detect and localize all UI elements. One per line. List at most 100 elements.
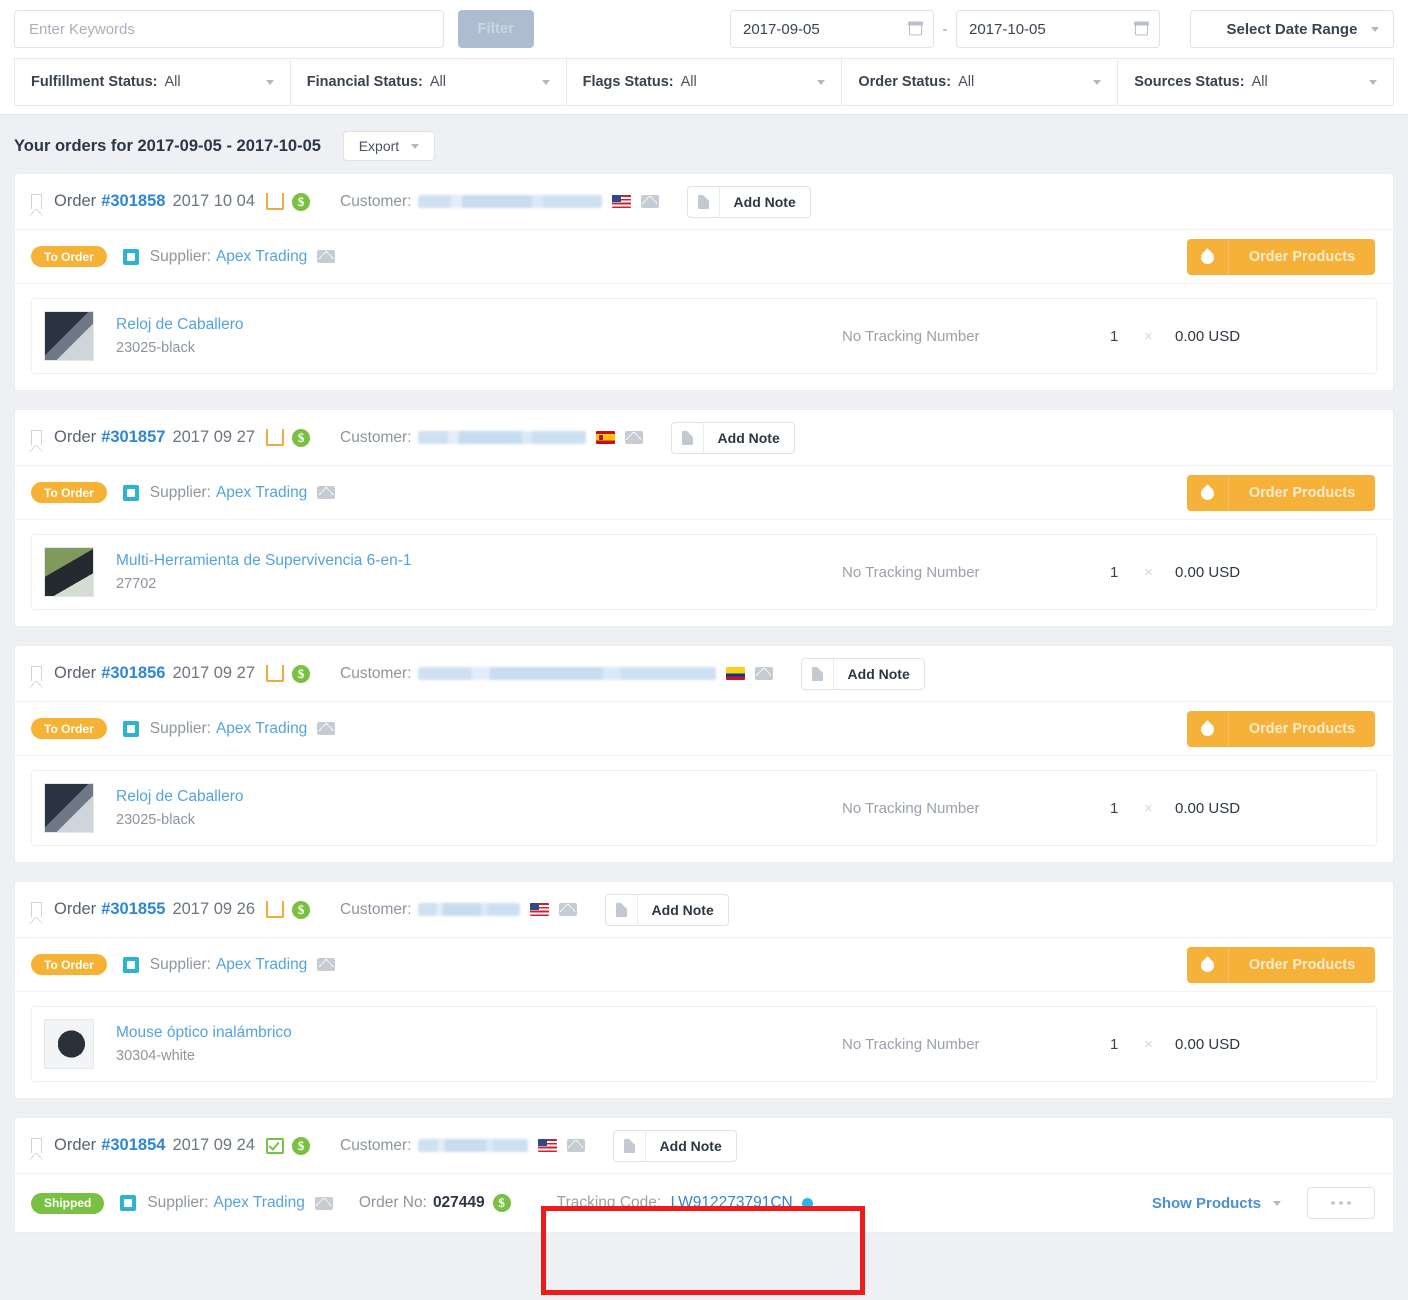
product-sku: 30304-white xyxy=(116,1048,195,1064)
supplier-label: Supplier: xyxy=(149,719,211,737)
bookmark-icon[interactable] xyxy=(30,430,43,452)
date-separator: - xyxy=(942,20,948,38)
status-badge: To Order xyxy=(31,954,107,975)
product-info: Reloj de Caballero 23025-black xyxy=(116,316,244,356)
supplier-icon xyxy=(122,248,139,265)
email-icon[interactable] xyxy=(317,958,336,971)
customer-label: Customer: xyxy=(340,664,412,682)
supplier-name-link[interactable]: Apex Trading xyxy=(214,1194,305,1212)
email-icon[interactable] xyxy=(624,431,643,444)
order-products-button[interactable]: Order Products xyxy=(1187,239,1375,275)
add-note-label: Add Note xyxy=(717,429,780,446)
dollar-paid-icon: $ xyxy=(492,1194,511,1212)
product-info: Mouse óptico inalámbrico 30304-white xyxy=(116,1024,292,1064)
bookmark-icon[interactable] xyxy=(30,902,43,924)
product-name-link[interactable]: Multi-Herramienta de Supervivencia 6-en-… xyxy=(116,552,412,570)
order-products-button[interactable]: Order Products xyxy=(1187,475,1375,511)
customer-label: Customer: xyxy=(340,428,412,446)
product-thumbnail xyxy=(44,783,94,833)
filter-fulfillment-status[interactable]: Fulfillment Status: All xyxy=(14,58,290,106)
export-button[interactable]: Export xyxy=(342,131,435,161)
supplier-order-number: 027449 xyxy=(432,1194,485,1211)
filter-button[interactable]: Filter xyxy=(457,10,534,48)
bookmark-icon[interactable] xyxy=(30,194,43,216)
filter-label: Fulfillment Status: xyxy=(31,74,158,90)
filter-label: Flags Status: xyxy=(582,74,674,90)
order-number-link[interactable]: #301856 xyxy=(101,664,165,683)
supplier-icon xyxy=(120,1195,137,1211)
order-date: 2017 09 27 xyxy=(172,428,256,446)
email-icon[interactable] xyxy=(317,722,336,735)
show-products-toggle[interactable]: Show Products xyxy=(1152,1195,1281,1212)
supplier-name-link[interactable]: Apex Trading xyxy=(216,248,307,266)
order-word: Order xyxy=(54,664,97,682)
email-icon[interactable] xyxy=(317,250,336,263)
filter-label: Sources Status: xyxy=(1134,74,1245,90)
filter-financial-status[interactable]: Financial Status: All xyxy=(289,58,566,106)
supplier-name-link[interactable]: Apex Trading xyxy=(216,720,307,738)
order-number-link[interactable]: #301855 xyxy=(101,900,165,919)
note-icon-wrap xyxy=(614,1130,646,1161)
add-note-button[interactable]: Add Note xyxy=(604,893,729,926)
order-card: Order #301858 2017 10 04 $ Customer: Add… xyxy=(14,173,1394,391)
add-note-button[interactable]: Add Note xyxy=(670,421,795,454)
order-products-button[interactable]: Order Products xyxy=(1187,947,1375,983)
supplier-icon xyxy=(122,484,139,501)
product-name-link[interactable]: Reloj de Caballero xyxy=(116,316,244,334)
search-input[interactable] xyxy=(14,10,444,48)
order-number-link[interactable]: #301857 xyxy=(101,428,165,447)
email-icon[interactable] xyxy=(640,195,659,208)
supplier-name-link[interactable]: Apex Trading xyxy=(216,956,307,974)
bookmark-icon[interactable] xyxy=(30,1138,43,1160)
customer-label: Customer: xyxy=(340,192,412,210)
product-name-link[interactable]: Mouse óptico inalámbrico xyxy=(116,1024,292,1042)
date-to-field[interactable]: 2017-10-05 xyxy=(956,10,1160,48)
product-info: Multi-Herramienta de Supervivencia 6-en-… xyxy=(116,552,412,592)
calendar-icon xyxy=(1134,21,1149,36)
tracking-code-link[interactable]: LW912273791CN xyxy=(671,1194,793,1211)
email-icon[interactable] xyxy=(317,486,336,499)
note-icon xyxy=(681,429,694,445)
products-list: Reloj de Caballero 23025-black No Tracki… xyxy=(15,756,1393,862)
supplier-row: To Order Supplier: Apex Trading Order Pr… xyxy=(15,466,1393,520)
product-row: Reloj de Caballero 23025-black No Tracki… xyxy=(31,298,1377,374)
customer-name-redacted xyxy=(417,1139,528,1152)
filter-label: Financial Status: xyxy=(306,74,423,90)
filter-flags-status[interactable]: Flags Status: All xyxy=(565,58,842,106)
supplier-row: To Order Supplier: Apex Trading Order Pr… xyxy=(15,938,1393,992)
email-icon[interactable] xyxy=(314,1196,333,1210)
calendar-icon xyxy=(908,21,923,36)
filter-order-status[interactable]: Order Status: All xyxy=(841,58,1118,106)
filter-sources-status[interactable]: Sources Status: All xyxy=(1117,58,1394,106)
filter-value: All xyxy=(1251,74,1268,90)
order-header: Order #301858 2017 10 04 $ Customer: Add… xyxy=(15,174,1393,230)
date-from-field[interactable]: 2017-09-05 xyxy=(730,10,934,48)
add-note-button[interactable]: Add Note xyxy=(612,1129,737,1162)
add-note-label: Add Note xyxy=(659,1137,722,1154)
email-icon[interactable] xyxy=(754,667,773,680)
select-date-range-dropdown[interactable]: Select Date Range xyxy=(1190,10,1394,48)
email-icon[interactable] xyxy=(566,1139,585,1152)
dot-icon xyxy=(1347,1201,1351,1205)
bookmark-icon[interactable] xyxy=(30,666,43,688)
add-note-button[interactable]: Add Note xyxy=(800,657,925,690)
note-icon-wrap xyxy=(688,186,720,217)
customer-name-redacted xyxy=(417,195,602,208)
dollar-paid-icon: $ xyxy=(292,192,311,211)
order-products-button[interactable]: Order Products xyxy=(1187,711,1375,747)
product-info: Reloj de Caballero 23025-black xyxy=(116,788,244,828)
orders-page: Filter 2017-09-05 - 2017-10-05 Select Da… xyxy=(0,0,1408,1300)
filter-value: All xyxy=(164,74,181,90)
supplier-name-link[interactable]: Apex Trading xyxy=(216,484,307,502)
order-number-link[interactable]: #301854 xyxy=(101,1136,165,1155)
more-actions-button[interactable] xyxy=(1307,1187,1375,1219)
add-note-label: Add Note xyxy=(847,665,910,682)
chevron-down-icon xyxy=(817,79,826,85)
order-number-link[interactable]: #301858 xyxy=(101,192,165,211)
add-note-button[interactable]: Add Note xyxy=(686,185,811,218)
product-name-link[interactable]: Reloj de Caballero xyxy=(116,788,244,806)
dollar-paid-icon: $ xyxy=(292,1136,311,1155)
email-icon[interactable] xyxy=(558,903,577,916)
order-header: Order #301856 2017 09 27 $ Customer: Add… xyxy=(15,646,1393,702)
order-date: 2017 09 26 xyxy=(172,900,256,918)
